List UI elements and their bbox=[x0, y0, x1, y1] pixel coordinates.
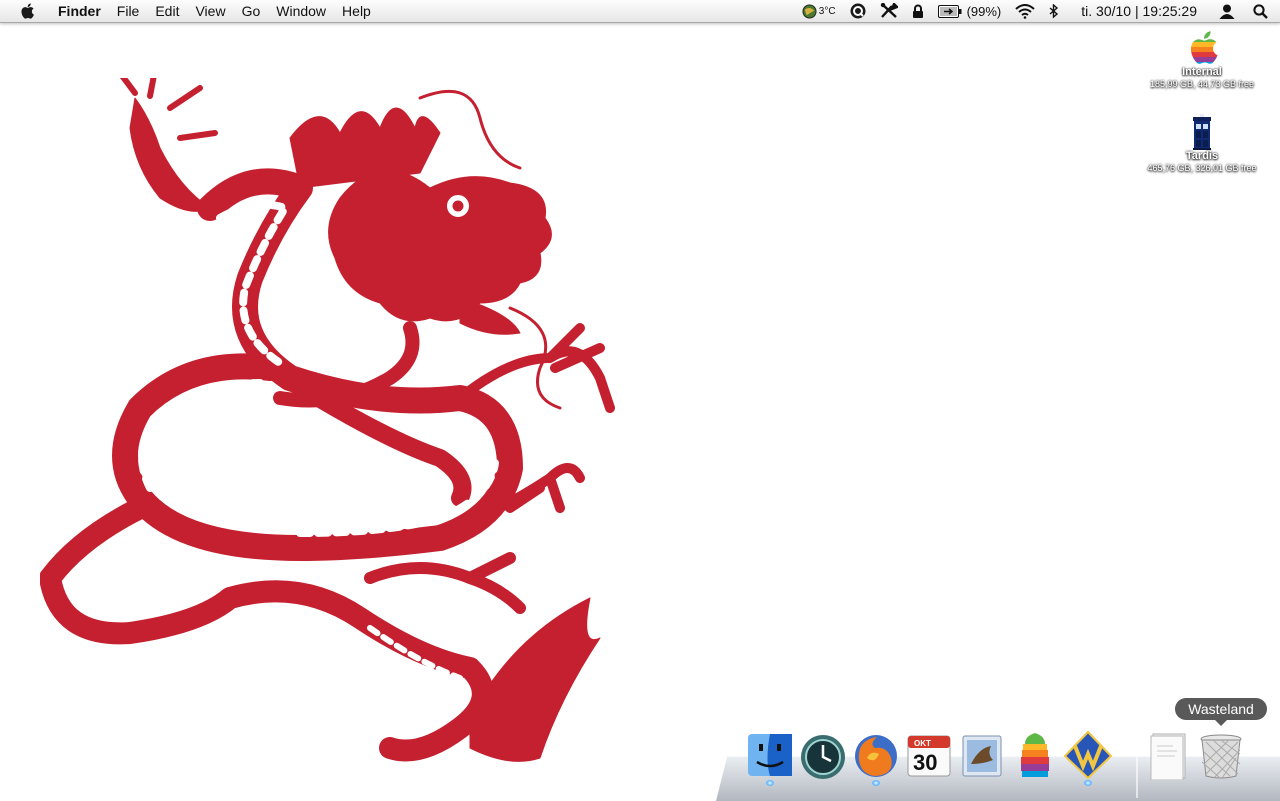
dock-item-mail[interactable] bbox=[957, 730, 1007, 782]
menu-finder[interactable]: Finder bbox=[50, 0, 109, 22]
wifi-status[interactable] bbox=[1015, 3, 1035, 19]
bluetooth-icon bbox=[1049, 3, 1059, 19]
volume-name: Tardis bbox=[1185, 150, 1219, 162]
firefox-icon bbox=[855, 735, 897, 777]
rainbow-apple-drive-icon bbox=[1190, 31, 1218, 64]
dock-item-trash[interactable] bbox=[1196, 730, 1246, 782]
ical-month: OKT bbox=[914, 739, 931, 748]
dock-item-rainbow-app[interactable] bbox=[1010, 730, 1060, 782]
menu-view[interactable]: View bbox=[187, 0, 233, 22]
document-stack-icon bbox=[1150, 733, 1186, 781]
tools-icon bbox=[880, 3, 898, 18]
user-status[interactable] bbox=[1219, 4, 1235, 19]
ical-icon: OKT 30 bbox=[907, 735, 951, 777]
dock-item-firefox[interactable] bbox=[851, 730, 901, 786]
finder-icon bbox=[748, 734, 792, 776]
dock-separator bbox=[1136, 754, 1138, 798]
tools-status[interactable] bbox=[880, 3, 898, 19]
quicksilver-status[interactable] bbox=[850, 3, 866, 19]
dock-tooltip: Wasteland bbox=[1175, 698, 1267, 726]
battery-status[interactable]: (99%) bbox=[937, 3, 1002, 19]
desktop-volume-tardis[interactable]: Tardis 465,76 GB, 326,01 GB free bbox=[1132, 114, 1272, 174]
battery-percent: (99%) bbox=[966, 3, 1002, 19]
lock-status[interactable] bbox=[912, 4, 924, 19]
running-indicator bbox=[766, 780, 774, 786]
quicksilver-icon bbox=[850, 3, 866, 19]
menu-bar: Finder File Edit View Go Window Help 3°C bbox=[0, 0, 1280, 23]
volume-info: 465,76 GB, 326,01 GB free bbox=[1147, 163, 1257, 173]
mail-icon bbox=[962, 735, 1002, 777]
weather-icon bbox=[802, 3, 817, 19]
weather-temp: 3°C bbox=[818, 5, 836, 17]
volume-info: 185,99 GB, 44,73 GB free bbox=[1149, 79, 1255, 89]
wings-app-icon bbox=[1063, 730, 1113, 780]
menu-help[interactable]: Help bbox=[334, 0, 379, 22]
red-dragon-wallpaper bbox=[40, 78, 615, 762]
menu-file[interactable]: File bbox=[109, 0, 148, 22]
user-icon bbox=[1219, 4, 1235, 19]
menu-go[interactable]: Go bbox=[234, 0, 269, 22]
desktop-volume-internal[interactable]: Internal 185,99 GB, 44,73 GB free bbox=[1132, 28, 1272, 90]
menu-clock[interactable]: ti. 30/10 | 19:25:29 bbox=[1081, 3, 1197, 19]
lock-icon bbox=[912, 4, 923, 18]
dock-item-wings-app[interactable] bbox=[1063, 730, 1113, 786]
tardis-drive-icon bbox=[1193, 114, 1211, 150]
dock-item-finder[interactable] bbox=[745, 730, 795, 786]
dock-item-time-machine[interactable] bbox=[798, 730, 848, 782]
spotlight-status[interactable] bbox=[1253, 3, 1268, 19]
time-machine-icon bbox=[801, 735, 845, 779]
bluetooth-status[interactable] bbox=[1049, 3, 1059, 19]
rainbow-app-icon bbox=[1021, 733, 1049, 777]
battery-icon bbox=[937, 4, 962, 18]
dock-item-documents[interactable] bbox=[1143, 730, 1193, 782]
running-indicator bbox=[872, 780, 880, 786]
wifi-icon bbox=[1015, 3, 1035, 19]
trash-icon bbox=[1200, 734, 1242, 779]
menu-window[interactable]: Window bbox=[268, 0, 334, 22]
apple-logo-icon[interactable] bbox=[18, 2, 36, 20]
ical-day: 30 bbox=[913, 750, 937, 775]
dock-item-ical[interactable]: OKT 30 bbox=[904, 730, 954, 782]
menu-edit[interactable]: Edit bbox=[147, 0, 187, 22]
volume-name: Internal bbox=[1182, 66, 1222, 78]
weather-status[interactable]: 3°C bbox=[802, 3, 836, 19]
spotlight-icon bbox=[1253, 3, 1268, 19]
running-indicator bbox=[1084, 780, 1092, 786]
